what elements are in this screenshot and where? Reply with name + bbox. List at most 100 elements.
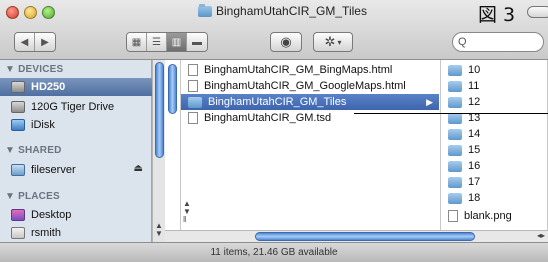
forward-arrow-icon: ▶ (41, 36, 49, 48)
forward-button[interactable]: ▶ (35, 33, 55, 51)
list-item[interactable]: BinghamUtahCIR_GM_GoogleMaps.html (181, 78, 441, 94)
horizontal-scroll-thumb[interactable] (255, 232, 475, 241)
folder-icon (448, 176, 462, 188)
file-name: BinghamUtahCIR_GM_BingMaps.html (204, 64, 393, 76)
file-name: BinghamUtahCIR_GM_GoogleMaps.html (204, 80, 406, 92)
list-item[interactable]: 11 (441, 78, 479, 94)
list-item-selected[interactable]: BinghamUtahCIR_GM_Tiles ▶ (181, 94, 439, 110)
sidebar-section-shared: ▼ SHARED (5, 145, 62, 156)
title-bar: BinghamUtahCIR_GM_Tiles 図 3 ◀ ▶ ▦ ☰ ▥ ▬ … (0, 0, 548, 60)
close-button[interactable] (6, 6, 19, 19)
action-menu-button[interactable]: ✲ ▾ (313, 32, 353, 52)
sidebar-item-label: 120G Tiger Drive (31, 101, 115, 113)
horizontal-scrollbar[interactable]: ◂▸ (165, 230, 548, 242)
folder-icon (448, 160, 462, 172)
sidebar-item-label: iDisk (31, 119, 55, 131)
toolbar-toggle-button[interactable] (527, 6, 548, 18)
column-view-button[interactable]: ▥ (167, 33, 187, 51)
status-text: 11 items, 21.46 GB available (210, 247, 338, 258)
eject-icon[interactable]: ⏏ (134, 163, 143, 174)
sidebar-item-label: rsmith (31, 227, 61, 239)
zoom-button[interactable] (42, 6, 55, 19)
sidebar-item-label: HD250 (31, 81, 66, 93)
column-scrollbar-1[interactable] (165, 60, 181, 230)
list-item[interactable]: BinghamUtahCIR_GM_BingMaps.html (181, 62, 441, 78)
folder-icon (448, 96, 462, 108)
file-name: 12 (468, 96, 481, 108)
folder-icon (448, 112, 462, 124)
sidebar-scrollbar[interactable]: ▲ ▼ (152, 60, 165, 242)
scroll-arrows-icon[interactable]: ▲ ▼ (155, 222, 163, 238)
sidebar-item-desktop[interactable]: Desktop (0, 206, 152, 224)
sidebar-item-120g-tiger-drive[interactable]: 120G Tiger Drive (0, 98, 152, 116)
file-name: 18 (468, 192, 481, 204)
sidebar-item-fileserver[interactable]: fileserver ⏏ (0, 161, 152, 179)
window-title-text: BinghamUtahCIR_GM_Tiles (216, 4, 367, 18)
file-name: 17 (468, 176, 481, 188)
file-name: 16 (468, 160, 481, 172)
finder-window: BinghamUtahCIR_GM_Tiles 図 3 ◀ ▶ ▦ ☰ ▥ ▬ … (0, 0, 548, 262)
file-name: 15 (468, 144, 481, 156)
scroll-left-right-icon[interactable]: ◂▸ (537, 232, 545, 240)
eye-icon: ◉ (280, 34, 292, 49)
sidebar-section-places: ▼ PLACES (5, 191, 60, 202)
back-forward-control: ◀ ▶ (14, 32, 56, 52)
file-column-2: BinghamUtahCIR_GM_BingMaps.html BinghamU… (181, 60, 441, 230)
list-item[interactable]: blank.png (441, 208, 512, 224)
status-bar: 11 items, 21.46 GB available (0, 242, 548, 262)
window-title: BinghamUtahCIR_GM_Tiles (198, 3, 367, 18)
window-controls (6, 6, 55, 19)
gear-icon: ✲ (324, 34, 336, 49)
search-field[interactable]: Q (452, 32, 544, 52)
quick-look-button[interactable]: ◉ (270, 32, 302, 52)
sidebar-item-label: Desktop (31, 209, 72, 221)
figure-label: 図 3 (478, 4, 516, 26)
icon-view-button[interactable]: ▦ (127, 33, 147, 51)
hard-drive-icon (11, 101, 25, 113)
column-resize-icon[interactable]: ▲ ▼ ‖ (183, 200, 191, 224)
search-icon: Q (458, 36, 467, 48)
list-view-icon: ☰ (152, 36, 161, 48)
file-column-3: 10 11 12 13 14 15 16 17 18 blank.png (441, 60, 548, 230)
back-button[interactable]: ◀ (15, 33, 35, 51)
server-icon (11, 164, 25, 176)
document-icon (188, 64, 198, 76)
icon-view-icon: ▦ (131, 36, 142, 48)
document-icon (188, 80, 198, 92)
list-item[interactable]: 15 (441, 142, 480, 158)
column-scroll-thumb[interactable] (168, 64, 177, 114)
list-item[interactable]: 12 (441, 94, 480, 110)
list-item[interactable]: 10 (441, 62, 480, 78)
list-item[interactable]: 17 (441, 174, 480, 190)
sidebar-item-rsmith[interactable]: rsmith (0, 224, 152, 242)
list-view-button[interactable]: ☰ (147, 33, 167, 51)
view-mode-control: ▦ ☰ ▥ ▬ (126, 32, 208, 52)
desktop-icon (11, 209, 25, 221)
folder-icon (448, 144, 462, 156)
folder-icon (448, 128, 462, 140)
sidebar-scroll-thumb[interactable] (155, 62, 164, 158)
sidebar-item-idisk[interactable]: iDisk (0, 116, 152, 134)
list-item[interactable]: 18 (441, 190, 480, 206)
folder-icon (448, 80, 462, 92)
sidebar-item-label: fileserver (31, 164, 76, 176)
file-name: 11 (468, 80, 480, 92)
chevron-down-icon: ▾ (337, 37, 342, 47)
list-item[interactable]: 16 (441, 158, 480, 174)
file-name: 10 (468, 64, 481, 76)
sidebar-item-hd250[interactable]: HD250 (0, 78, 152, 96)
callout-line (354, 113, 548, 114)
list-item[interactable]: 14 (441, 126, 480, 142)
folder-icon (448, 64, 462, 76)
file-name: 14 (468, 128, 481, 140)
idisk-icon (11, 119, 25, 131)
hard-drive-icon (11, 81, 25, 93)
minimize-button[interactable] (24, 6, 37, 19)
file-name: BinghamUtahCIR_GM.tsd (204, 112, 332, 124)
folder-icon (198, 3, 212, 17)
coverflow-icon: ▬ (192, 36, 202, 48)
back-arrow-icon: ◀ (20, 36, 29, 48)
file-name: BinghamUtahCIR_GM_Tiles (208, 96, 347, 108)
document-icon (188, 112, 198, 124)
coverflow-view-button[interactable]: ▬ (187, 33, 207, 51)
